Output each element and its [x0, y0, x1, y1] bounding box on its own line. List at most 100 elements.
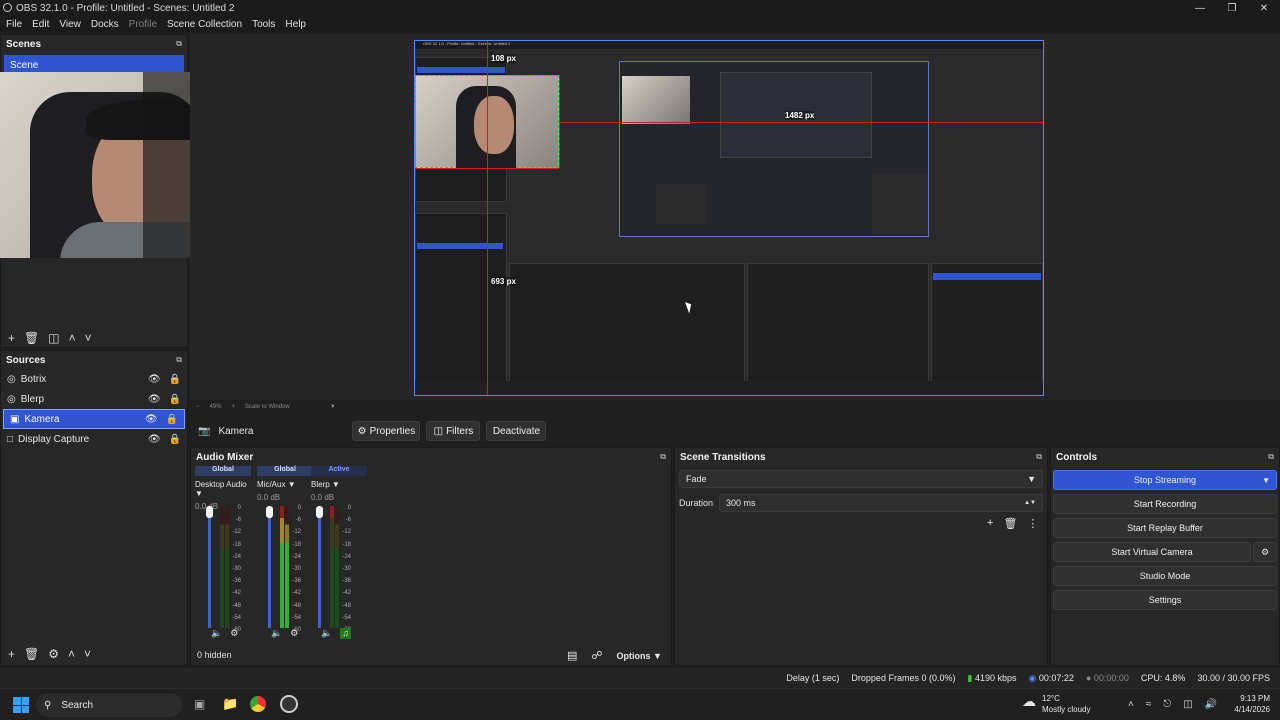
windows-start-icon[interactable]: [13, 697, 29, 713]
dock-float-icon[interactable]: ⧉: [1268, 452, 1274, 462]
channel-name[interactable]: Desktop Audio ▼: [195, 480, 251, 498]
lock-icon[interactable]: 🔒: [169, 434, 181, 445]
lock-icon[interactable]: 🔒: [169, 394, 181, 405]
dock-float-icon[interactable]: ⧉: [1036, 452, 1042, 462]
preview-canvas[interactable]: OBS 32.1.0 - Profile: Untitled - Scenes:…: [414, 40, 1044, 396]
scene-filters-icon[interactable]: ◫: [48, 331, 59, 345]
menu-help[interactable]: Help: [285, 19, 306, 30]
remove-transition-icon[interactable]: 🗑: [1003, 517, 1017, 530]
transition-select[interactable]: Fade ▼: [679, 470, 1043, 488]
channel-header: Active: [311, 466, 367, 476]
menu-profile[interactable]: Profile: [129, 19, 157, 30]
maximize-button[interactable]: ❐: [1216, 0, 1248, 16]
stop-streaming-button[interactable]: Stop Streaming ▼: [1053, 470, 1277, 490]
speaker-icon[interactable]: 🔈: [271, 628, 282, 639]
channel-name[interactable]: Blerp ▼: [311, 480, 367, 489]
spinner-icon[interactable]: ▲▼: [1024, 500, 1036, 506]
fader-knob[interactable]: [266, 506, 273, 518]
add-transition-icon[interactable]: +: [987, 517, 993, 530]
lock-icon[interactable]: 🔒: [169, 374, 181, 385]
options-button[interactable]: Options ▼: [617, 651, 662, 661]
distance-right-label: 1482 px: [785, 111, 815, 120]
add-source-icon[interactable]: +: [8, 647, 15, 661]
scale-dropdown-icon[interactable]: ▼: [330, 404, 336, 410]
move-up-icon[interactable]: ˄: [69, 331, 76, 345]
volume-fader[interactable]: [318, 508, 321, 628]
dock-float-icon[interactable]: ⧉: [176, 355, 182, 365]
microphone-icon[interactable]: ⎋: [1163, 699, 1171, 710]
deactivate-button[interactable]: Deactivate: [486, 421, 547, 441]
wifi-icon[interactable]: ≈: [1146, 699, 1152, 710]
source-properties-gear-icon[interactable]: ⚙: [48, 647, 59, 661]
monitor-settings-icon[interactable]: ⚙: [230, 628, 238, 639]
nested-source-highlight: [417, 243, 503, 249]
volume-fader[interactable]: [268, 508, 271, 628]
fader-knob[interactable]: [206, 506, 213, 518]
duration-input[interactable]: 300 ms ▲▼: [719, 494, 1043, 512]
weather-widget[interactable]: 12°C Mostly cloudy: [1042, 693, 1090, 715]
lock-icon[interactable]: 🔒: [166, 414, 178, 425]
clock[interactable]: 9:13 PM 4/14/2026: [1224, 693, 1270, 715]
visibility-eye-icon[interactable]: 👁: [148, 394, 161, 405]
visibility-eye-icon[interactable]: 👁: [148, 434, 161, 445]
move-down-icon[interactable]: ˅: [84, 647, 91, 661]
close-button[interactable]: ✕: [1248, 0, 1280, 16]
speaker-icon[interactable]: 🔈: [321, 628, 332, 639]
remove-scene-icon[interactable]: 🗑: [24, 331, 39, 345]
stream-delay: Delay (1 sec): [786, 673, 840, 683]
obs-taskbar-icon[interactable]: [280, 695, 298, 713]
menu-file[interactable]: File: [6, 19, 22, 30]
move-down-icon[interactable]: ˅: [85, 331, 92, 345]
volume-icon[interactable]: 🔊: [1205, 699, 1217, 710]
menu-view[interactable]: View: [59, 19, 81, 30]
headphones-icon[interactable]: ♫: [340, 628, 351, 639]
menu-docks[interactable]: Docks: [91, 19, 119, 30]
filters-button[interactable]: ◫ Filters: [426, 421, 481, 441]
channel-menu-icon[interactable]: ▼: [195, 489, 203, 498]
file-explorer-icon[interactable]: 📁: [222, 696, 238, 712]
remove-source-icon[interactable]: 🗑: [24, 647, 39, 661]
add-scene-icon[interactable]: +: [8, 331, 15, 345]
advanced-audio-icon[interactable]: ☍: [591, 649, 602, 662]
network-icon[interactable]: ◫: [1183, 699, 1192, 710]
channel-name[interactable]: Mic/Aux ▼: [257, 480, 313, 489]
visibility-eye-icon[interactable]: 👁: [148, 374, 161, 385]
fader-knob[interactable]: [316, 506, 323, 518]
start-virtual-camera-button[interactable]: Start Virtual Camera: [1053, 542, 1251, 562]
zoom-in-icon[interactable]: +: [232, 404, 236, 410]
source-item-display-capture[interactable]: □ Display Capture 👁 🔒: [1, 429, 187, 449]
source-item-botrix[interactable]: ◎ Botrix 👁 🔒: [1, 369, 187, 389]
start-replay-buffer-button[interactable]: Start Replay Buffer: [1053, 518, 1277, 538]
layout-toggle-icon[interactable]: ▤: [567, 649, 577, 662]
studio-mode-button[interactable]: Studio Mode: [1053, 566, 1277, 586]
chrome-icon[interactable]: [250, 696, 266, 712]
stream-time: ◉ 00:07:22: [1028, 672, 1074, 683]
start-recording-button[interactable]: Start Recording: [1053, 494, 1277, 514]
visibility-eye-icon[interactable]: 👁: [145, 414, 158, 425]
tray-chevron-up-icon[interactable]: ˄: [1128, 699, 1134, 710]
virtual-camera-settings-gear-icon[interactable]: ⚙: [1253, 542, 1277, 562]
settings-button[interactable]: Settings: [1053, 590, 1277, 610]
source-item-kamera[interactable]: ▣ Kamera 👁 🔒: [3, 409, 185, 429]
menu-tools[interactable]: Tools: [252, 19, 275, 30]
channel-menu-icon[interactable]: ▼: [288, 480, 296, 489]
scale-mode[interactable]: Scale to Window: [245, 404, 290, 410]
dock-float-icon[interactable]: ⧉: [176, 39, 182, 49]
taskbar-search[interactable]: ⚲ Search: [36, 693, 182, 717]
task-view-icon[interactable]: ▣: [194, 697, 205, 711]
dock-float-icon[interactable]: ⧉: [660, 452, 666, 462]
chevron-down-icon[interactable]: ▼: [1262, 476, 1270, 485]
browser-source-icon: ◎: [7, 373, 16, 385]
source-item-blerp[interactable]: ◎ Blerp 👁 🔒: [1, 389, 187, 409]
monitor-settings-icon[interactable]: ⚙: [290, 628, 298, 639]
move-up-icon[interactable]: ˄: [68, 647, 75, 661]
zoom-out-icon[interactable]: −: [196, 404, 200, 410]
minimize-button[interactable]: —: [1184, 0, 1216, 16]
more-options-icon[interactable]: ⋮: [1027, 517, 1038, 530]
menu-scene-collection[interactable]: Scene Collection: [167, 19, 242, 30]
volume-fader[interactable]: [208, 508, 211, 628]
menu-edit[interactable]: Edit: [32, 19, 49, 30]
properties-button[interactable]: ⚙ Properties: [352, 421, 421, 441]
speaker-icon[interactable]: 🔈: [211, 628, 222, 639]
channel-menu-icon[interactable]: ▼: [332, 480, 340, 489]
